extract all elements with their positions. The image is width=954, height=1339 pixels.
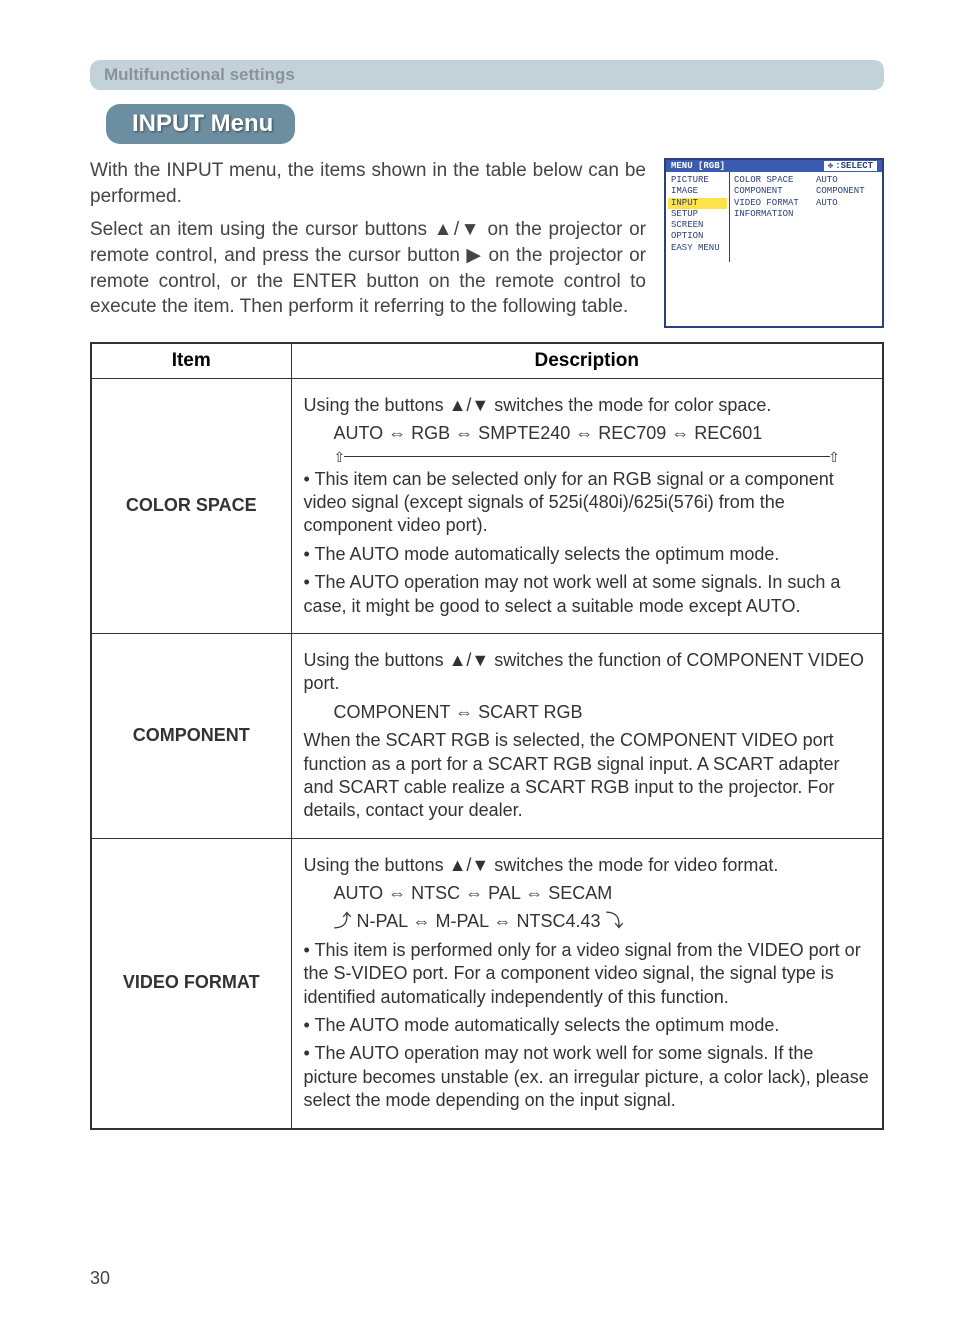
desc-line: • The AUTO operation may not work well a… [304, 571, 871, 618]
desc-color-space: Using the buttons ▲/▼ switches the mode … [291, 378, 883, 633]
desc-line: When the SCART RGB is selected, the COMP… [304, 729, 871, 823]
desc-line: • This item is performed only for a vide… [304, 939, 871, 1009]
section-banner: Multifunctional settings [90, 60, 884, 90]
desc-line: • The AUTO operation may not work well f… [304, 1042, 871, 1112]
intro-block: With the INPUT menu, the items shown in … [90, 158, 884, 328]
intro-p1: With the INPUT menu, the items shown in … [90, 158, 646, 209]
osd-right-panel: COLOR SPACEAUTOCOMPONENTCOMPONENTVIDEO F… [730, 172, 882, 262]
th-item: Item [91, 343, 291, 379]
table-row: COMPONENT Using the buttons ▲/▼ switches… [91, 633, 883, 838]
item-color-space: COLOR SPACE [91, 378, 291, 633]
osd-left-item: SETUP [668, 209, 727, 220]
intro-text: With the INPUT menu, the items shown in … [90, 158, 646, 328]
osd-right-row: VIDEO FORMATAUTO [734, 198, 878, 209]
menu-title-pill: INPUT Menu [106, 104, 295, 144]
osd-select-text: :SELECT [835, 161, 873, 171]
osd-left-item: IMAGE [668, 186, 727, 197]
desc-line: • The AUTO mode automatically selects th… [304, 543, 871, 566]
desc-component: Using the buttons ▲/▼ switches the funct… [291, 633, 883, 838]
osd-body: PICTUREIMAGEINPUTSETUPSCREENOPTIONEASY M… [666, 172, 882, 262]
osd-right-row: COLOR SPACEAUTO [734, 175, 878, 186]
osd-key: COMPONENT [734, 186, 816, 197]
osd-key: VIDEO FORMAT [734, 198, 816, 209]
desc-video-format: Using the buttons ▲/▼ switches the mode … [291, 838, 883, 1128]
desc-line: Using the buttons ▲/▼ switches the mode … [304, 854, 871, 877]
arrow-up-left-icon: ⇧ [334, 448, 346, 466]
desc-line: • The AUTO mode automatically selects th… [304, 1014, 871, 1037]
table-row: VIDEO FORMAT Using the buttons ▲/▼ switc… [91, 838, 883, 1128]
osd-header-left: MENU [RGB] [671, 161, 725, 171]
osd-left-item: EASY MENU [668, 243, 727, 254]
item-component: COMPONENT [91, 633, 291, 838]
osd-left-item: OPTION [668, 231, 727, 242]
cycle-line: AUTO ⇔ RGB ⇔ SMPTE240 ⇔ REC709 ⇔ REC601 [304, 422, 871, 445]
osd-header: MENU [RGB] ✥:SELECT [666, 160, 882, 172]
desc-line: Using the buttons ▲/▼ switches the funct… [304, 649, 871, 696]
intro-p2: Select an item using the cursor buttons … [90, 217, 646, 320]
osd-right-row: COMPONENTCOMPONENT [734, 186, 878, 197]
cycle-line-icon [344, 456, 831, 457]
item-video-format: VIDEO FORMAT [91, 838, 291, 1128]
osd-val: AUTO [816, 198, 838, 209]
select-icon: ✥ [828, 161, 833, 171]
table-row: COLOR SPACE Using the buttons ▲/▼ switch… [91, 378, 883, 633]
cycle-arrows: ⇧ ⇧ [334, 451, 841, 463]
osd-left-menu: PICTUREIMAGEINPUTSETUPSCREENOPTIONEASY M… [666, 172, 730, 262]
osd-left-item: PICTURE [668, 175, 727, 186]
cycle-line: COMPONENT ⇔ SCART RGB [304, 701, 871, 724]
osd-val: COMPONENT [816, 186, 865, 197]
osd-figure: MENU [RGB] ✥:SELECT PICTUREIMAGEINPUTSET… [664, 158, 884, 328]
desc-line: • This item can be selected only for an … [304, 468, 871, 538]
osd-key: COLOR SPACE [734, 175, 816, 186]
cycle-line: ⤴ N-PAL ⇔ M-PAL ⇔ NTSC4.43 ⤵ [304, 910, 871, 933]
settings-table: Item Description COLOR SPACE Using the b… [90, 342, 884, 1130]
osd-left-item: INPUT [668, 198, 727, 209]
desc-line: Using the buttons ▲/▼ switches the mode … [304, 394, 871, 417]
arrow-up-right-icon: ⇧ [828, 448, 840, 466]
page-number: 30 [90, 1268, 110, 1289]
osd-right-row: INFORMATION [734, 209, 878, 220]
osd-val: AUTO [816, 175, 838, 186]
osd-header-select: ✥:SELECT [824, 161, 877, 171]
cycle-line: AUTO ⇔ NTSC ⇔ PAL ⇔ SECAM [304, 882, 871, 905]
th-desc: Description [291, 343, 883, 379]
osd-left-item: SCREEN [668, 220, 727, 231]
osd-key: INFORMATION [734, 209, 816, 220]
